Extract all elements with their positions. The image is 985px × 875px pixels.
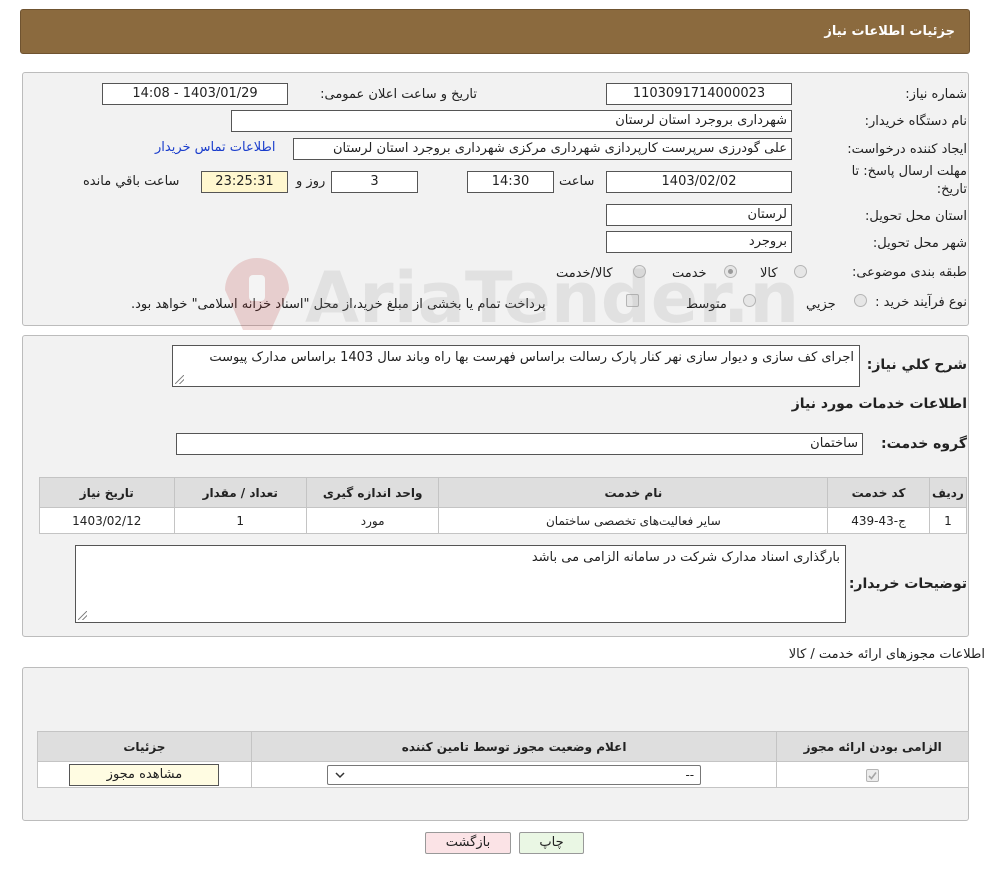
- creator-label: ایجاد کننده درخواست:: [847, 142, 967, 157]
- page-header: جزئیات اطلاعات نیاز: [20, 9, 970, 54]
- col-service-name: نام خدمت: [438, 477, 829, 508]
- summary-resize-grip[interactable]: [175, 375, 184, 384]
- col-service-code: کد خدمت: [827, 477, 930, 508]
- remaining-time-label: ساعت باقي مانده: [83, 174, 180, 189]
- permit-status-value: --: [685, 767, 695, 782]
- deadline-label-line2: تاریخ:: [936, 182, 967, 197]
- category-option-service: خدمت: [672, 266, 707, 281]
- col-permit-required: الزامی بودن ارائه مجوز: [776, 731, 969, 762]
- deadline-label-line1: مهلت ارسال پاسخ: تا: [851, 164, 967, 179]
- permit-required-checkbox: [866, 768, 880, 782]
- process-option-medium: متوسط: [686, 297, 727, 312]
- need-number-field: 1103091714000023: [606, 83, 792, 105]
- buyer-org-field: شهرداری بروجرد استان لرستان: [231, 110, 792, 132]
- cell-quantity: 1: [173, 507, 307, 534]
- remaining-time-field: 23:25:31: [201, 171, 288, 193]
- cell-need-date: 1403/02/12: [39, 507, 175, 534]
- services-table: ردیف کد خدمت نام خدمت واحد اندازه گیری ت…: [39, 477, 968, 534]
- category-label: طبقه بندی موضوعی:: [851, 265, 967, 280]
- permits-table-header: الزامی بودن ارائه مجوز اعلام وضعیت مجوز …: [37, 731, 969, 762]
- buyer-contact-link[interactable]: اطلاعات تماس خریدار: [155, 140, 275, 155]
- deadline-time-label: ساعت: [559, 174, 595, 189]
- cell-service-code: ج-43-439: [827, 507, 930, 534]
- col-need-date: تاریخ نیاز: [39, 477, 175, 508]
- col-row: ردیف: [928, 477, 968, 508]
- category-radio-goods[interactable]: [794, 265, 807, 278]
- treasury-payment-checkbox[interactable]: [626, 294, 639, 307]
- deadline-time-field: 14:30: [467, 171, 554, 193]
- col-unit: واحد اندازه گیری: [305, 477, 440, 508]
- process-radio-medium[interactable]: [743, 294, 756, 307]
- view-permit-button[interactable]: مشاهده مجوز: [69, 763, 220, 786]
- page-title: جزئیات اطلاعات نیاز: [824, 24, 955, 39]
- need-number-label: شماره نیاز:: [905, 87, 967, 102]
- summary-text: اجرای کف سازی و دیوار سازی نهر کنار پارک…: [172, 345, 860, 387]
- deadline-date-field: 1403/02/02: [606, 171, 792, 193]
- service-group-field: ساختمان: [176, 433, 863, 455]
- services-table-header: ردیف کد خدمت نام خدمت واحد اندازه گیری ت…: [39, 477, 968, 508]
- notes-resize-grip[interactable]: [78, 611, 87, 620]
- cell-unit: مورد: [305, 507, 440, 534]
- buyer-org-label: نام دستگاه خریدار:: [864, 114, 967, 129]
- cell-permit-details: مشاهده مجوز: [37, 761, 252, 788]
- col-permit-status: اعلام وضعیت مجوز توسط تامین کننده: [250, 731, 778, 762]
- permit-status-select[interactable]: --: [327, 764, 702, 785]
- process-radio-minor[interactable]: [854, 294, 867, 307]
- treasury-payment-note: پرداخت تمام یا بخشی از مبلغ خرید،از محل …: [131, 297, 546, 312]
- print-button[interactable]: چاپ: [519, 832, 584, 854]
- chevron-down-icon: [335, 771, 345, 778]
- province-label: استان محل تحویل:: [865, 209, 967, 224]
- service-group-label: گروه خدمت:: [881, 436, 967, 452]
- check-icon: [868, 771, 877, 780]
- city-field: بروجرد: [606, 231, 792, 253]
- buyer-notes-text: بارگذاری اسناد مدارک شرکت در سامانه الزا…: [75, 545, 846, 623]
- services-heading: اطلاعات خدمات مورد نیاز: [791, 396, 967, 412]
- col-permit-details: جزئیات: [37, 731, 252, 762]
- cell-service-name: سایر فعالیت‌های تخصصی ساختمان: [438, 507, 829, 534]
- city-label: شهر محل تحویل:: [872, 236, 967, 251]
- days-remaining-field: 3: [331, 171, 418, 193]
- cell-row: 1: [928, 507, 968, 534]
- buyer-notes-label: توضیحات خریدار:: [848, 576, 967, 592]
- permits-table: الزامی بودن ارائه مجوز اعلام وضعیت مجوز …: [37, 731, 969, 788]
- category-radio-goods-service[interactable]: [633, 265, 646, 278]
- category-option-goods-service: کالا/خدمت: [556, 266, 613, 281]
- permits-heading: اطلاعات مجوزهای ارائه خدمت / کالا: [788, 647, 985, 662]
- back-button[interactable]: بازگشت: [425, 832, 511, 854]
- summary-label: شرح کلي نياز:: [866, 357, 967, 373]
- process-label: نوع فرآیند خرید :: [875, 295, 967, 310]
- cell-permit-required: [776, 761, 969, 788]
- table-row: 1 ج-43-439 سایر فعالیت‌های تخصصی ساختمان…: [39, 507, 968, 534]
- announce-datetime-label: تاریخ و ساعت اعلان عمومی:: [320, 87, 477, 102]
- col-quantity: تعداد / مقدار: [173, 477, 307, 508]
- announce-datetime-field: 1403/01/29 - 14:08: [102, 83, 288, 105]
- process-option-minor: جزیي: [806, 297, 836, 312]
- creator-field: علی گودرزی سرپرست کارپردازی شهرداری مرکز…: [293, 138, 792, 160]
- table-row: -- مشاهده مجوز: [37, 761, 969, 788]
- category-radio-service[interactable]: [724, 265, 737, 278]
- days-label: روز و: [296, 174, 326, 189]
- cell-permit-status: --: [250, 761, 778, 788]
- category-option-goods: کالا: [760, 266, 778, 281]
- province-field: لرستان: [606, 204, 792, 226]
